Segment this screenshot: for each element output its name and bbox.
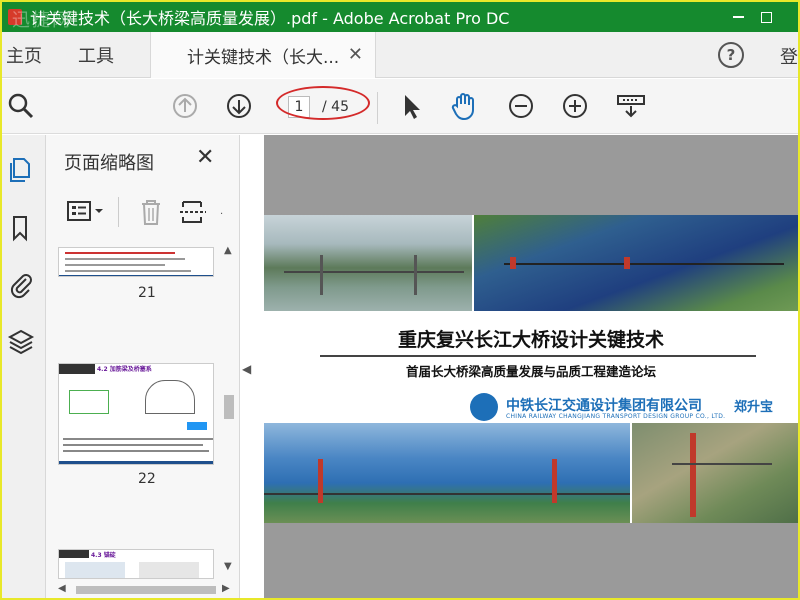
thumbnail-label: 21 — [138, 285, 156, 301]
scroll-mode-icon[interactable] — [614, 91, 648, 121]
bridge-photo-3 — [264, 423, 630, 523]
title-underline — [320, 355, 756, 357]
company-logo — [470, 393, 498, 421]
toolbar: 1 / 45 — [2, 79, 798, 134]
bridge-photo-4 — [632, 423, 798, 523]
layers-icon[interactable] — [6, 327, 36, 357]
scroll-left-icon[interactable]: ◀ — [58, 583, 66, 594]
scrollbar-thumb[interactable] — [224, 395, 234, 419]
left-rail — [2, 135, 46, 598]
tab-bar: 主页 工具 计关键技术（长大... ✕ ? 登 — [2, 32, 798, 78]
scroll-right-icon[interactable]: ▶ — [222, 583, 230, 594]
tab-document[interactable]: 计关键技术（长大... ✕ — [150, 32, 376, 78]
author-name: 郑升宝 — [734, 400, 774, 415]
panel-toolbar: · — [46, 193, 240, 233]
thumbnails-panel: 页面缩略图 ✕ · 21 4.2 加筋梁及桥塞系 22 4.3 锚碇 ▲ ▼ ◀… — [46, 135, 240, 598]
thumbnail-label: 22 — [138, 471, 156, 487]
thumbnail-header: 4.2 加筋梁及桥塞系 — [97, 366, 152, 373]
tab-tools[interactable]: 工具 — [78, 42, 114, 68]
previous-page-icon[interactable] — [170, 91, 200, 121]
horizontal-scrollbar[interactable]: ◀ ▶ — [58, 583, 232, 597]
options-menu-icon[interactable] — [66, 199, 106, 229]
watermark: 迅捷网 — [12, 10, 72, 31]
delete-page-icon[interactable] — [138, 197, 164, 231]
thumbnail-header: 4.3 锚碇 — [91, 552, 116, 559]
attachment-icon[interactable] — [6, 269, 36, 299]
close-tab-icon[interactable]: ✕ — [348, 44, 363, 65]
panel-title: 页面缩略图 — [64, 153, 154, 174]
toolbar-divider — [377, 92, 378, 124]
maximize-button[interactable] — [746, 2, 786, 32]
close-panel-icon[interactable]: ✕ — [196, 145, 214, 170]
extract-page-icon[interactable] — [180, 197, 208, 231]
zoom-out-icon[interactable] — [506, 91, 536, 121]
thumbnail-scrollbar[interactable]: ▲ ▼ — [222, 245, 236, 575]
pdf-page: 重庆复兴长江大桥设计关键技术 首届长大桥梁高质量发展与品质工程建造论坛 中铁长江… — [264, 215, 798, 523]
document-viewport[interactable]: 重庆复兴长江大桥设计关键技术 首届长大桥梁高质量发展与品质工程建造论坛 中铁长江… — [264, 135, 798, 598]
company-name-english: CHINA RAILWAY CHANGJIANG TRANSPORT DESIG… — [506, 413, 726, 420]
title-bar: 计关键技术（长大桥梁高质量发展）.pdf - Adobe Acrobat Pro… — [2, 2, 798, 32]
hscrollbar-thumb[interactable] — [76, 586, 216, 594]
minimize-icon — [732, 16, 744, 18]
scroll-up-icon[interactable]: ▲ — [224, 245, 232, 256]
zoom-in-icon[interactable] — [560, 91, 590, 121]
help-icon[interactable]: ? — [718, 42, 744, 68]
login-button[interactable]: 登 — [780, 43, 798, 69]
select-cursor-icon[interactable] — [396, 91, 426, 121]
slide-subtitle: 首届长大桥梁高质量发展与品质工程建造论坛 — [405, 364, 656, 379]
slide-title: 重庆复兴长江大桥设计关键技术 — [397, 329, 664, 351]
document-tab-label: 计关键技术（长大... — [187, 47, 340, 68]
red-annotation-ellipse — [276, 86, 370, 120]
maximize-icon — [760, 11, 772, 23]
bridge-photo-2 — [474, 215, 798, 311]
bridge-photo-1 — [264, 215, 472, 311]
more-tools-icon[interactable]: · — [220, 209, 223, 220]
bookmark-icon[interactable] — [6, 213, 36, 243]
hand-tool-icon[interactable] — [450, 91, 480, 121]
company-name: 中铁长江交通设计集团有限公司 — [506, 398, 702, 414]
tab-home[interactable]: 主页 — [6, 42, 42, 68]
window-title: 计关键技术（长大桥梁高质量发展）.pdf - Adobe Acrobat Pro… — [30, 9, 510, 28]
panel-toolbar-divider — [118, 197, 119, 227]
scroll-down-icon[interactable]: ▼ — [224, 561, 232, 572]
thumbnail-page-22[interactable]: 4.2 加筋梁及桥塞系 — [58, 363, 214, 465]
thumbnail-page-21[interactable] — [58, 247, 214, 277]
thumbnail-page-23[interactable]: 4.3 锚碇 — [58, 549, 214, 579]
search-icon[interactable] — [6, 91, 36, 121]
collapse-panel-icon[interactable]: ◀ — [242, 362, 251, 376]
next-page-icon[interactable] — [224, 91, 254, 121]
page-thumbnails-icon[interactable] — [6, 155, 36, 185]
